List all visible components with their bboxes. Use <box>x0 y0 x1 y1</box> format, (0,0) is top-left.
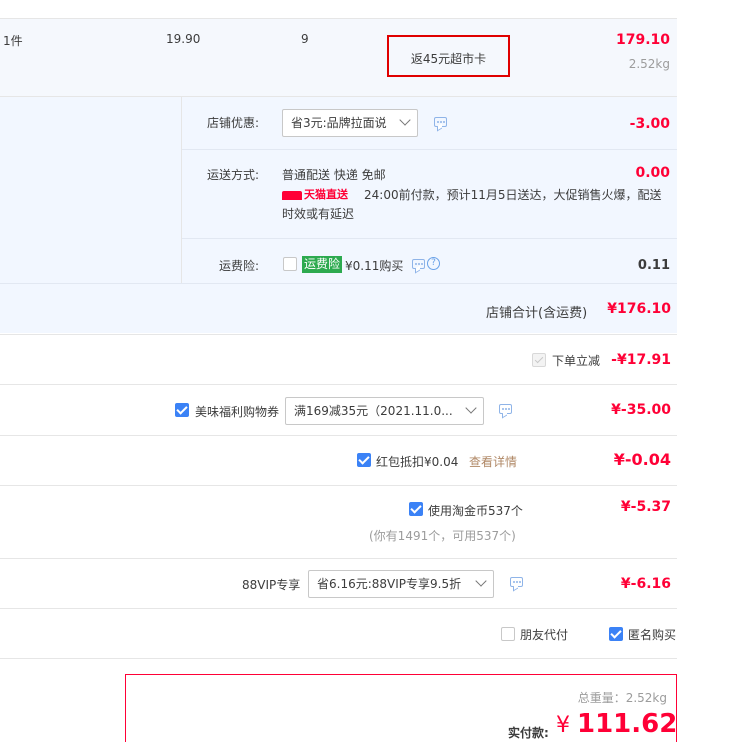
divider <box>0 334 677 335</box>
divider <box>181 97 182 283</box>
shipping-method: 普通配送 快递 免邮 <box>282 168 386 182</box>
discount-amount: -3.00 <box>629 116 670 132</box>
vip-select[interactable]: 省6.16元:88VIP专享9.5折 <box>308 570 494 598</box>
pay-label: 实付款: <box>508 726 549 740</box>
chevron-down-icon <box>465 402 477 414</box>
redpack-label: 红包抵扣¥0.04 <box>376 455 459 469</box>
insurance-checkbox[interactable] <box>283 257 297 271</box>
shipping-fee: 0.00 <box>635 165 670 181</box>
coins-value: ¥-5.37 <box>620 499 671 515</box>
shipping-label: 运送方式: <box>207 168 260 182</box>
item-price: 19.90 <box>166 32 201 46</box>
coupon-value: ¥-35.00 <box>611 402 671 418</box>
shipping-note: 24:00前付款，预计11月5日送达，大促销售火爆，配送 <box>364 188 662 202</box>
divider <box>0 283 677 284</box>
vip-label: 88VIP专享 <box>242 578 301 592</box>
item-qty-unit: 1件 <box>3 34 23 48</box>
coins-checkbox[interactable] <box>409 502 423 516</box>
shipping-note-2: 时效或有延迟 <box>282 207 355 221</box>
coupon-label: 美味福利购物券 <box>195 405 280 419</box>
insurance-amount: 0.11 <box>637 258 670 273</box>
vip-value: ¥-6.16 <box>620 576 671 592</box>
shop-total-value: ¥176.10 <box>607 301 671 317</box>
shop-total-label: 店铺合计(含运费) <box>486 306 588 321</box>
redpack-details-link[interactable]: 查看详情 <box>469 453 517 470</box>
total-weight: 总重量：2.52kg <box>577 691 667 705</box>
discount-select[interactable]: 省3元:品牌拉面说 <box>282 109 418 137</box>
insurance-price: ¥0.11购买 <box>345 259 404 273</box>
message-icon[interactable] <box>434 117 447 127</box>
insurance-tag: 运费险 <box>302 256 343 273</box>
redpack-value: ¥-0.04 <box>613 450 671 469</box>
chevron-down-icon <box>475 575 487 587</box>
divider <box>182 238 677 239</box>
divider <box>182 149 677 150</box>
instant-discount-value: -¥17.91 <box>611 352 671 368</box>
pay-value: 111.62 <box>577 709 678 739</box>
insurance-label: 运费险: <box>219 259 260 273</box>
tmall-logo-icon <box>282 190 302 200</box>
chevron-down-icon <box>399 114 411 126</box>
divider <box>0 435 677 436</box>
coins-label: 使用淘金币537个 <box>428 504 523 518</box>
discount-select-value: 省3元:品牌拉面说 <box>291 116 387 130</box>
tmall-badge-text: 天猫直送 <box>304 188 348 201</box>
divider <box>0 608 677 609</box>
divider <box>0 658 677 659</box>
help-icon[interactable]: ? <box>427 257 440 270</box>
pay-currency: ¥ <box>556 713 570 738</box>
divider <box>0 384 677 385</box>
item-row <box>0 19 677 96</box>
redpack-checkbox[interactable] <box>357 453 371 467</box>
coupon-checkbox[interactable] <box>175 403 189 417</box>
message-icon[interactable] <box>412 259 425 269</box>
message-icon[interactable] <box>499 404 512 414</box>
message-icon[interactable] <box>510 577 523 587</box>
instant-discount-checkbox <box>532 353 546 367</box>
friend-pay-checkbox[interactable] <box>501 627 515 641</box>
tmall-direct-badge: 天猫直送 <box>282 186 348 202</box>
rebate-tag: 返45元超市卡 <box>410 52 487 66</box>
discount-label: 店铺优惠: <box>207 116 260 130</box>
coupon-select-value: 满169减35元（2021.11.0... <box>294 404 453 418</box>
vip-select-value: 省6.16元:88VIP专享9.5折 <box>317 577 462 591</box>
friend-pay-label: 朋友代付 <box>520 628 569 642</box>
divider <box>0 558 677 559</box>
item-quantity: 9 <box>301 32 309 46</box>
item-subtotal: 179.10 <box>615 32 670 48</box>
instant-discount-label: 下单立减 <box>552 354 601 368</box>
anonymous-checkbox[interactable] <box>609 627 623 641</box>
anonymous-label: 匿名购买 <box>628 628 677 642</box>
coupon-select[interactable]: 满169减35元（2021.11.0... <box>285 397 484 425</box>
item-weight: 2.52kg <box>628 57 670 71</box>
coins-note: (你有1491个，可用537个) <box>369 529 516 543</box>
divider <box>0 485 677 486</box>
